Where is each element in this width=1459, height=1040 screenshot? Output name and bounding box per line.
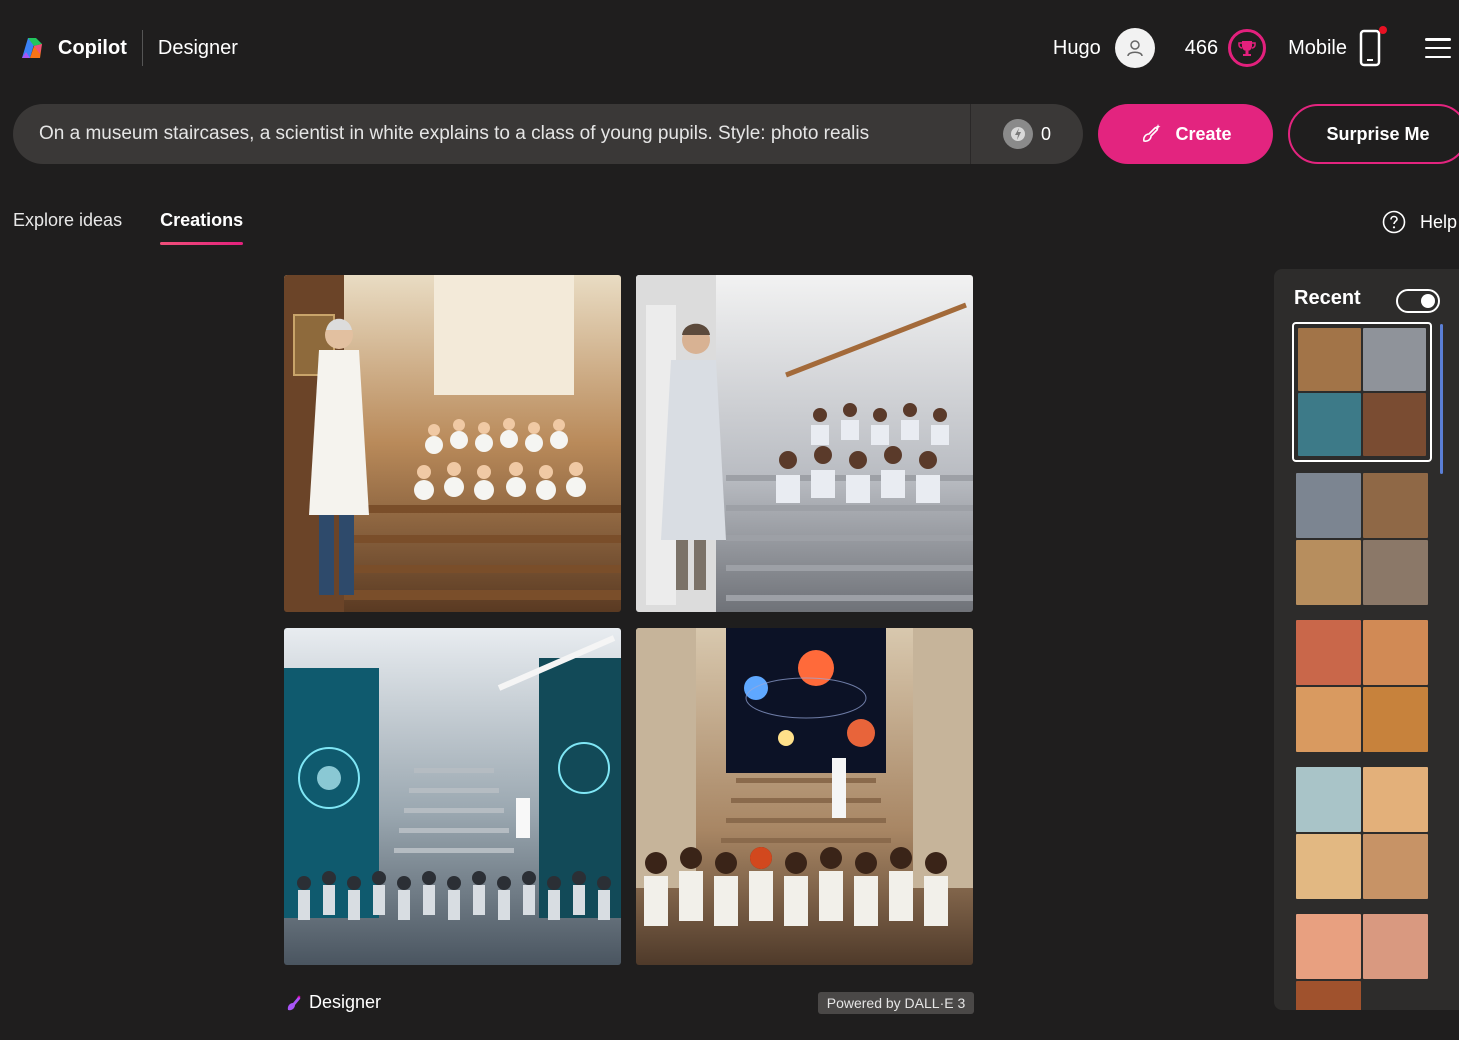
recent-title: Recent [1294,287,1361,309]
recent-item[interactable] [1292,910,1432,1010]
question-circle-icon [1382,210,1406,234]
hamburger-menu-icon[interactable] [1425,38,1451,58]
trophy-icon [1238,41,1256,56]
user-name[interactable]: Hugo [1053,37,1101,60]
tab-explore-ideas[interactable]: Explore ideas [13,210,122,246]
person-icon [1126,40,1143,57]
tab-creations[interactable]: Creations [160,210,244,246]
generated-image-1[interactable] [284,275,621,612]
help-label: Help [1419,211,1457,232]
user-area: Hugo 466 Mobile [1053,26,1459,70]
boosts-counter[interactable]: 0 [971,119,1083,149]
prompt-bar: On a museum staircases, a scientist in w… [13,104,1083,164]
recent-item[interactable] [1292,322,1432,462]
recent-thumbnails [1292,322,1437,1010]
product-name[interactable]: Designer [158,37,238,60]
recent-item[interactable] [1292,763,1432,903]
recent-item[interactable] [1292,616,1432,756]
surprise-me-button[interactable]: Surprise Me [1288,104,1459,164]
designer-footer: Designer [285,992,381,1013]
designer-footer-label: Designer [309,992,382,1012]
recent-scrollbar[interactable] [1440,324,1443,474]
generated-image-4[interactable] [636,628,973,965]
avatar[interactable] [1114,28,1155,68]
generated-image-2[interactable] [636,275,973,612]
mobile-label[interactable]: Mobile [1288,37,1347,60]
tab-bar: Explore ideas Creations [13,210,281,246]
rewards-button[interactable] [1228,29,1267,67]
create-label: Create [1175,123,1232,144]
recent-toggle[interactable] [1396,289,1440,313]
boosts-count: 0 [1040,123,1051,144]
brand-name[interactable]: Copilot [58,37,127,60]
create-button[interactable]: Create [1098,104,1273,164]
boost-icon [1002,119,1033,149]
recent-item[interactable] [1292,469,1432,609]
powered-by-badge: Powered by DALL·E 3 [818,992,974,1014]
help-button[interactable]: Help [1382,210,1457,234]
paintbrush-sparkle-icon [1143,124,1161,142]
designer-logo-icon [287,994,301,1010]
prompt-input[interactable]: On a museum staircases, a scientist in w… [13,104,970,164]
brand: Copilot Designer [16,30,238,66]
designer-page: Copilot Designer Hugo 466 Mobile On a mu… [0,0,1459,1040]
generated-image-3[interactable] [284,628,621,965]
phone-icon [1359,29,1381,67]
notification-dot [1379,26,1387,34]
recent-panel: Recent [1274,269,1459,1010]
brand-divider [141,30,143,66]
copilot-logo-icon[interactable] [16,32,48,64]
points-count: 466 [1184,36,1219,59]
mobile-button[interactable] [1357,26,1387,68]
